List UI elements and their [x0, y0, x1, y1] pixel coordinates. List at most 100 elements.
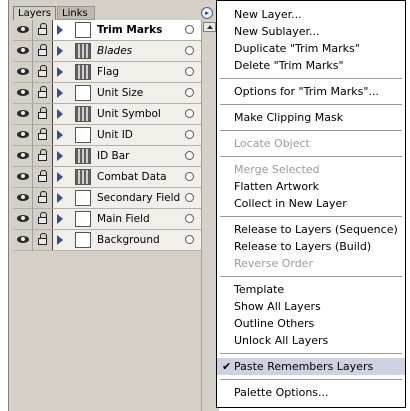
menu-item[interactable]: Collect in New Layer: [217, 195, 405, 212]
target-circle-icon[interactable]: [185, 172, 194, 181]
lock-icon: [38, 86, 47, 98]
target-circle-icon[interactable]: [185, 193, 194, 202]
lock-toggle[interactable]: [33, 104, 53, 124]
lock-toggle[interactable]: [33, 167, 53, 187]
expand-triangle-icon[interactable]: [57, 214, 63, 224]
menu-item[interactable]: New Layer...: [217, 6, 405, 23]
lock-toggle[interactable]: [33, 41, 53, 61]
menu-item[interactable]: Unlock All Layers: [217, 332, 405, 349]
lock-toggle[interactable]: [33, 230, 53, 250]
visibility-toggle[interactable]: [13, 104, 33, 124]
expand-triangle-icon[interactable]: [57, 193, 63, 203]
menu-item[interactable]: Show All Layers: [217, 298, 405, 315]
lock-toggle[interactable]: [33, 125, 53, 145]
layer-name: Blades: [97, 45, 133, 57]
visibility-toggle[interactable]: [13, 125, 33, 145]
palette-menu-button[interactable]: ▸: [201, 7, 213, 19]
expand-triangle-icon[interactable]: [57, 151, 63, 161]
expand-triangle-icon[interactable]: [57, 109, 63, 119]
target-circle-icon[interactable]: [185, 109, 194, 118]
target-circle-icon[interactable]: [185, 235, 194, 244]
target-circle-icon[interactable]: [185, 88, 194, 97]
scroll-up-arrow-icon[interactable]: [203, 22, 216, 32]
menu-item: Locate Object: [217, 135, 405, 152]
menu-item-label: Delete "Trim Marks": [234, 59, 344, 72]
visibility-toggle[interactable]: [13, 62, 33, 82]
menu-item[interactable]: Template: [217, 281, 405, 298]
visibility-toggle[interactable]: [13, 83, 33, 103]
menu-item[interactable]: Palette Options...: [217, 384, 405, 401]
layer-row[interactable]: Background: [13, 230, 201, 251]
lock-toggle[interactable]: [33, 188, 53, 208]
visibility-toggle[interactable]: [13, 167, 33, 187]
menu-separator: [220, 78, 402, 79]
menu-item[interactable]: Options for "Trim Marks"...: [217, 83, 405, 100]
eye-icon: [17, 236, 29, 243]
target-circle-icon[interactable]: [185, 130, 194, 139]
menu-item[interactable]: Flatten Artwork: [217, 178, 405, 195]
expand-triangle-icon[interactable]: [57, 25, 63, 35]
expand-triangle-icon[interactable]: [57, 235, 63, 245]
menu-item: Reverse Order: [217, 255, 405, 272]
expand-triangle-icon[interactable]: [57, 46, 63, 56]
layer-row[interactable]: Unit Symbol: [13, 104, 201, 125]
menu-item[interactable]: Release to Layers (Sequence): [217, 221, 405, 238]
lock-toggle[interactable]: [33, 20, 53, 40]
visibility-toggle[interactable]: [13, 188, 33, 208]
layer-row[interactable]: Secondary Field: [13, 188, 201, 209]
layer-name: Unit ID: [97, 129, 133, 141]
menu-item-label: Locate Object: [234, 137, 310, 150]
menu-item-label: New Sublayer...: [234, 25, 320, 38]
tab-layers[interactable]: Layers: [13, 6, 56, 20]
menu-item-label: Palette Options...: [234, 386, 329, 399]
layer-thumbnail: [75, 169, 91, 185]
target-circle-icon[interactable]: [185, 46, 194, 55]
expand-triangle-icon[interactable]: [57, 172, 63, 182]
menu-item[interactable]: New Sublayer...: [217, 23, 405, 40]
menu-item-label: Outline Others: [234, 317, 315, 330]
menu-item[interactable]: Outline Others: [217, 315, 405, 332]
visibility-toggle[interactable]: [13, 20, 33, 40]
menu-item-label: Merge Selected: [234, 163, 320, 176]
lock-toggle[interactable]: [33, 146, 53, 166]
eye-icon: [17, 215, 29, 222]
lock-toggle[interactable]: [33, 83, 53, 103]
menu-item[interactable]: Release to Layers (Build): [217, 238, 405, 255]
menu-item[interactable]: Make Clipping Mask: [217, 109, 405, 126]
layer-row[interactable]: Blades: [13, 41, 201, 62]
layer-row[interactable]: Unit ID: [13, 125, 201, 146]
lock-toggle[interactable]: [33, 209, 53, 229]
menu-item[interactable]: Delete "Trim Marks": [217, 57, 405, 74]
menu-item[interactable]: Duplicate "Trim Marks": [217, 40, 405, 57]
eye-icon: [17, 68, 29, 75]
visibility-toggle[interactable]: [13, 41, 33, 61]
expand-triangle-icon[interactable]: [57, 67, 63, 77]
lock-icon: [38, 191, 47, 203]
layer-row[interactable]: Combat Data: [13, 167, 201, 188]
expand-triangle-icon[interactable]: [57, 130, 63, 140]
menu-item[interactable]: ✔ Paste Remembers Layers: [217, 358, 405, 375]
layer-name: Flag: [97, 66, 120, 78]
layer-thumbnail: [75, 64, 91, 80]
visibility-toggle[interactable]: [13, 230, 33, 250]
menu-separator: [220, 379, 402, 380]
layer-name: Unit Size: [97, 87, 144, 99]
tab-links[interactable]: Links: [57, 6, 95, 20]
layer-row[interactable]: ID Bar: [13, 146, 201, 167]
layer-row[interactable]: Flag: [13, 62, 201, 83]
lock-toggle[interactable]: [33, 62, 53, 82]
target-circle-icon[interactable]: [185, 67, 194, 76]
layer-row[interactable]: Unit Size: [13, 83, 201, 104]
eye-icon: [17, 89, 29, 96]
target-circle-icon[interactable]: [185, 151, 194, 160]
target-circle-icon[interactable]: [185, 214, 194, 223]
target-circle-icon[interactable]: [185, 25, 194, 34]
palette-flyout-menu: New Layer... New Sublayer... Duplicate "Tr…: [216, 0, 406, 408]
layer-row[interactable]: Trim Marks: [13, 20, 201, 41]
lock-icon: [38, 212, 47, 224]
layer-row[interactable]: Main Field: [13, 209, 201, 230]
visibility-toggle[interactable]: [13, 146, 33, 166]
visibility-toggle[interactable]: [13, 209, 33, 229]
layer-thumbnail: [75, 190, 91, 206]
expand-triangle-icon[interactable]: [57, 88, 63, 98]
